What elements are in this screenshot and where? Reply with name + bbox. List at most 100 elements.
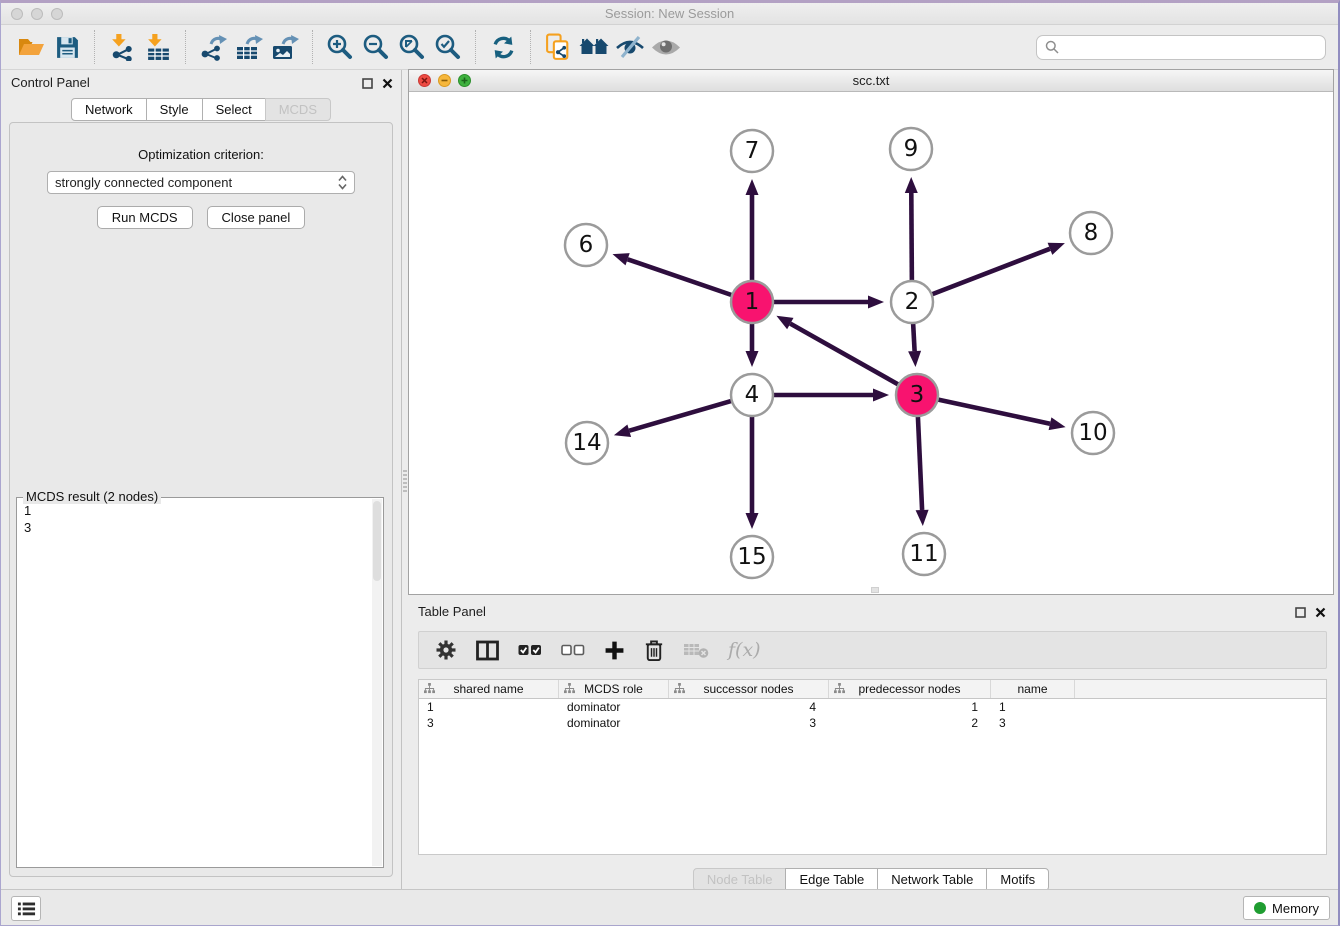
edge-3-10[interactable]: [934, 399, 1050, 424]
import-network-icon[interactable]: [104, 29, 140, 65]
edge-1-6[interactable]: [628, 259, 736, 296]
tab-network-table[interactable]: Network Table: [877, 868, 987, 891]
criterion-select[interactable]: strongly connected component: [47, 171, 355, 194]
table-cell[interactable]: 4: [669, 700, 829, 714]
float-table-panel-icon[interactable]: [1295, 607, 1306, 618]
edge-3-1[interactable]: [790, 324, 902, 387]
application-window: Session: New Session: [0, 0, 1340, 926]
network-title: scc.txt: [409, 73, 1333, 88]
table-cell[interactable]: 1: [991, 700, 1075, 714]
tab-mcds[interactable]: MCDS: [265, 98, 331, 121]
control-panel-title: Control Panel: [11, 75, 90, 90]
table-cell[interactable]: 3: [991, 716, 1075, 730]
edge-2-9[interactable]: [911, 193, 912, 285]
edge-2-8[interactable]: [928, 249, 1050, 296]
float-panel-icon[interactable]: [362, 78, 373, 89]
export-table-icon[interactable]: [231, 29, 267, 65]
network-window: scc.txt 1234678910111415: [408, 69, 1334, 595]
task-history-button[interactable]: [11, 896, 41, 921]
zoom-in-icon[interactable]: [322, 29, 358, 65]
table-settings-icon[interactable]: [435, 639, 457, 661]
column-header-predecessor-nodes[interactable]: predecessor nodes: [829, 680, 991, 698]
table-row[interactable]: 1dominator411: [419, 699, 1326, 715]
toolbar-separator: [312, 30, 313, 64]
table-cell[interactable]: 1: [419, 700, 559, 714]
table-header-row: shared nameMCDS rolesuccessor nodesprede…: [419, 680, 1326, 699]
refresh-icon[interactable]: [485, 29, 521, 65]
table-cell[interactable]: 2: [829, 716, 991, 730]
table-panel: Table Panel: [408, 599, 1334, 889]
table-cell[interactable]: 3: [669, 716, 829, 730]
export-image-icon[interactable]: [267, 29, 303, 65]
zoom-fit-icon[interactable]: [394, 29, 430, 65]
node-label-7: 7: [745, 138, 760, 164]
select-stepper-icon: [338, 175, 347, 190]
tab-style[interactable]: Style: [146, 98, 203, 121]
split-columns-icon[interactable]: [476, 640, 499, 661]
zoom-out-icon[interactable]: [358, 29, 394, 65]
table-panel-tabs: Node TableEdge TableNetwork TableMotifs: [408, 867, 1334, 891]
arrowhead-4-14: [614, 425, 631, 438]
memory-label: Memory: [1272, 901, 1319, 916]
add-column-icon[interactable]: [604, 640, 625, 661]
column-header-name[interactable]: name: [991, 680, 1075, 698]
select-all-checkboxes-icon[interactable]: [518, 640, 542, 660]
table-cell[interactable]: dominator: [559, 716, 669, 730]
function-builder-icon: f(x): [728, 639, 761, 661]
column-header-mcds-role[interactable]: MCDS role: [559, 680, 669, 698]
canvas-resize-grip[interactable]: [871, 587, 879, 593]
tab-node-table[interactable]: Node Table: [693, 868, 787, 891]
hide-graphics-details-icon[interactable]: [612, 29, 648, 65]
mcds-result-box: MCDS result (2 nodes) 1 3: [16, 497, 384, 868]
arrowhead-2-9: [905, 177, 918, 193]
zoom-selected-icon[interactable]: [430, 29, 466, 65]
arrowhead-1-6: [613, 253, 630, 265]
edge-4-14[interactable]: [629, 400, 736, 431]
node-label-10: 10: [1078, 420, 1107, 446]
tab-select[interactable]: Select: [202, 98, 266, 121]
tab-edge-table[interactable]: Edge Table: [785, 868, 878, 891]
documents-share-icon[interactable]: [540, 29, 576, 65]
node-label-8: 8: [1084, 220, 1099, 246]
table-cell[interactable]: dominator: [559, 700, 669, 714]
arrowhead-1-2: [868, 296, 884, 309]
network-titlebar[interactable]: scc.txt: [409, 70, 1333, 92]
column-header-successor-nodes[interactable]: successor nodes: [669, 680, 829, 698]
mcds-result-text[interactable]: 1 3: [18, 500, 371, 866]
edge-3-11[interactable]: [918, 412, 922, 510]
close-table-panel-icon[interactable]: [1315, 607, 1326, 618]
home-views-icon[interactable]: [576, 29, 612, 65]
open-session-icon[interactable]: [13, 29, 49, 65]
delete-column-icon[interactable]: [644, 639, 664, 662]
toolbar-separator: [94, 30, 95, 64]
table-cell[interactable]: 1: [829, 700, 991, 714]
arrowhead-3-10: [1049, 417, 1066, 430]
save-session-icon[interactable]: [49, 29, 85, 65]
show-graphics-details-icon[interactable]: [648, 29, 684, 65]
close-panel-icon[interactable]: [382, 78, 393, 89]
tab-motifs[interactable]: Motifs: [986, 868, 1049, 891]
run-mcds-button[interactable]: Run MCDS: [97, 206, 193, 229]
table-toolbar: f(x): [418, 631, 1327, 669]
toolbar-separator: [530, 30, 531, 64]
export-network-icon[interactable]: [195, 29, 231, 65]
node-table: shared nameMCDS rolesuccessor nodesprede…: [418, 679, 1327, 855]
result-scrollbar[interactable]: [372, 499, 382, 866]
column-header-shared-name[interactable]: shared name: [419, 680, 559, 698]
toolbar-separator: [475, 30, 476, 64]
panel-splitter[interactable]: [401, 70, 408, 889]
quick-search-box[interactable]: [1036, 35, 1326, 60]
arrowhead-4-15: [746, 513, 759, 529]
network-canvas[interactable]: 1234678910111415: [409, 93, 1333, 594]
clear-all-checkboxes-icon[interactable]: [561, 640, 585, 660]
memory-button[interactable]: Memory: [1243, 896, 1330, 920]
table-row[interactable]: 3dominator323: [419, 715, 1326, 731]
tab-network[interactable]: Network: [71, 98, 147, 121]
delete-table-icon: [683, 641, 709, 659]
criterion-value: strongly connected component: [55, 175, 332, 190]
close-panel-button[interactable]: Close panel: [207, 206, 306, 229]
import-table-icon[interactable]: [140, 29, 176, 65]
table-cell[interactable]: 3: [419, 716, 559, 730]
node-label-9: 9: [904, 136, 919, 162]
quick-search-input[interactable]: [1064, 39, 1317, 56]
